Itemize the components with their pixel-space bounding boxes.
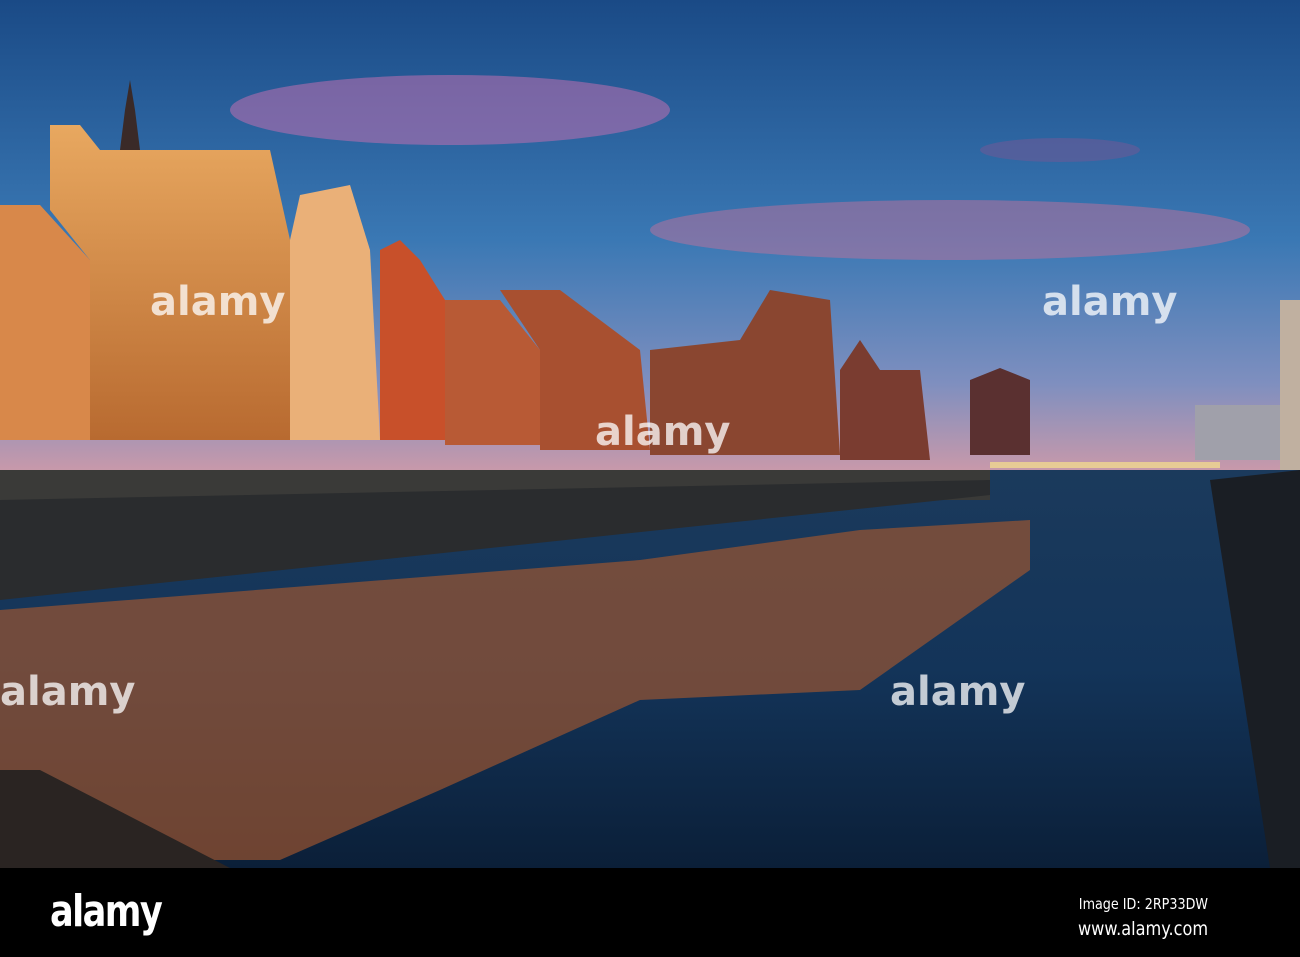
image-id: Image ID: 2RP33DW <box>1078 895 1208 913</box>
watermark-text: alamy <box>0 669 135 715</box>
website-link[interactable]: www.alamy.com <box>1078 918 1208 940</box>
watermark-text: alamy <box>150 279 285 325</box>
stock-photo-page: alamy alamy alamy alamy alamy alamy Imag… <box>0 0 1300 957</box>
photo-gdansk-riverside: alamy alamy alamy alamy alamy <box>0 0 1300 868</box>
footer-bar: alamy Image ID: 2RP33DW www.alamy.com <box>0 868 1300 957</box>
alamy-logo[interactable]: alamy <box>50 886 163 937</box>
watermark-text: alamy <box>1042 279 1177 325</box>
watermark-text: alamy <box>595 409 730 455</box>
watermark-text: alamy <box>890 669 1025 715</box>
